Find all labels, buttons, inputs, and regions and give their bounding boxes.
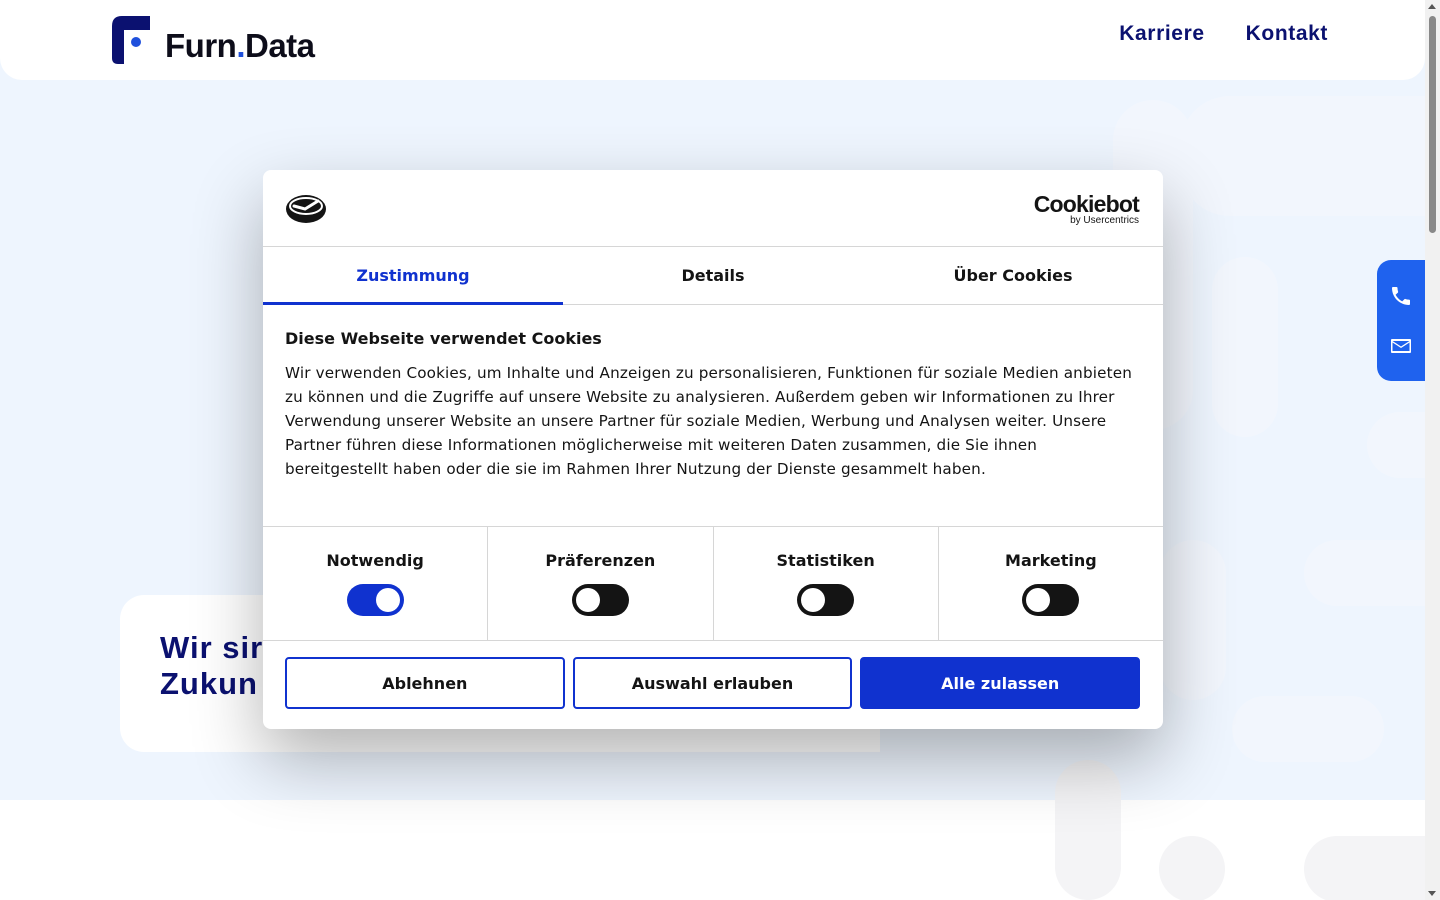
scroll-down-arrow-icon[interactable]: [1428, 891, 1436, 896]
decor-shape: [1367, 412, 1425, 478]
toggle-group-marketing: Marketing: [939, 527, 1163, 640]
toggle-label: Notwendig: [326, 551, 424, 570]
site-header: Furn.Data Karriere Kontakt: [0, 0, 1425, 80]
decor-shape: [1212, 257, 1278, 437]
consent-toggles: Notwendig Präferenzen Statistiken Market…: [263, 527, 1163, 641]
dialog-body: Diese Webseite verwendet Cookies Wir ver…: [263, 305, 1163, 527]
site-logo[interactable]: Furn.Data: [112, 16, 315, 64]
dialog-description: Wir verwenden Cookies, um Inhalte und An…: [285, 364, 1132, 478]
cookie-consent-logo-icon: [286, 195, 326, 223]
brand-name: Cookiebot: [1033, 191, 1140, 217]
toggle-label: Statistiken: [776, 551, 875, 570]
page-scrollbar[interactable]: [1425, 0, 1440, 900]
toggle-marketing[interactable]: [1022, 584, 1080, 616]
hero-title: Wir sir Zukun: [160, 630, 264, 701]
phone-icon[interactable]: [1389, 284, 1413, 308]
decor-shape: [1304, 540, 1425, 606]
side-contact-bar: [1377, 260, 1425, 381]
toggle-statistiken[interactable]: [797, 584, 855, 616]
nav-link-karriere[interactable]: Karriere: [1119, 22, 1204, 46]
dialog-tabs: Zustimmung Details Über Cookies: [263, 247, 1163, 305]
decor-shape: [1180, 96, 1425, 216]
decor-shape: [1160, 540, 1226, 700]
allow-all-button[interactable]: Alle zulassen: [860, 657, 1141, 709]
toggle-praeferenzen[interactable]: [571, 584, 629, 616]
nav-link-kontakt[interactable]: Kontakt: [1246, 22, 1328, 46]
decor-shape: [1232, 696, 1384, 762]
tab-details[interactable]: Details: [563, 247, 863, 304]
dialog-title: Diese Webseite verwendet Cookies: [285, 329, 602, 348]
allow-selection-button[interactable]: Auswahl erlauben: [572, 657, 853, 709]
toggle-group-praeferenzen: Präferenzen: [488, 527, 714, 640]
mail-icon[interactable]: [1389, 334, 1413, 358]
logo-mark-icon: [112, 16, 150, 64]
toggle-label: Marketing: [1005, 551, 1097, 570]
dialog-buttons: Ablehnen Auswahl erlauben Alle zulassen: [263, 641, 1163, 709]
decor-shape: [1304, 142, 1370, 208]
scroll-up-arrow-icon[interactable]: [1428, 4, 1436, 9]
dialog-header: Cookiebot by Usercentrics: [263, 170, 1163, 247]
decor-shape: [1055, 760, 1121, 900]
logo-text: Furn.Data: [165, 27, 315, 64]
toggle-label: Präferenzen: [545, 551, 656, 570]
decor-shape: [1159, 836, 1225, 900]
brand-subtitle: by Usercentrics: [1070, 215, 1139, 226]
decor-shape: [1304, 836, 1425, 900]
tab-ueber-cookies[interactable]: Über Cookies: [863, 247, 1163, 304]
toggle-group-statistiken: Statistiken: [714, 527, 939, 640]
decline-button[interactable]: Ablehnen: [285, 657, 565, 709]
main-nav: Karriere Kontakt: [1119, 22, 1328, 46]
cookie-consent-dialog: Cookiebot by Usercentrics Zustimmung Det…: [263, 170, 1163, 729]
toggle-group-notwendig: Notwendig: [263, 527, 489, 640]
tab-zustimmung[interactable]: Zustimmung: [263, 247, 563, 305]
cookiebot-brand[interactable]: Cookiebot by Usercentrics: [1033, 191, 1140, 226]
scroll-thumb[interactable]: [1429, 16, 1436, 233]
toggle-notwendig[interactable]: [346, 584, 404, 616]
